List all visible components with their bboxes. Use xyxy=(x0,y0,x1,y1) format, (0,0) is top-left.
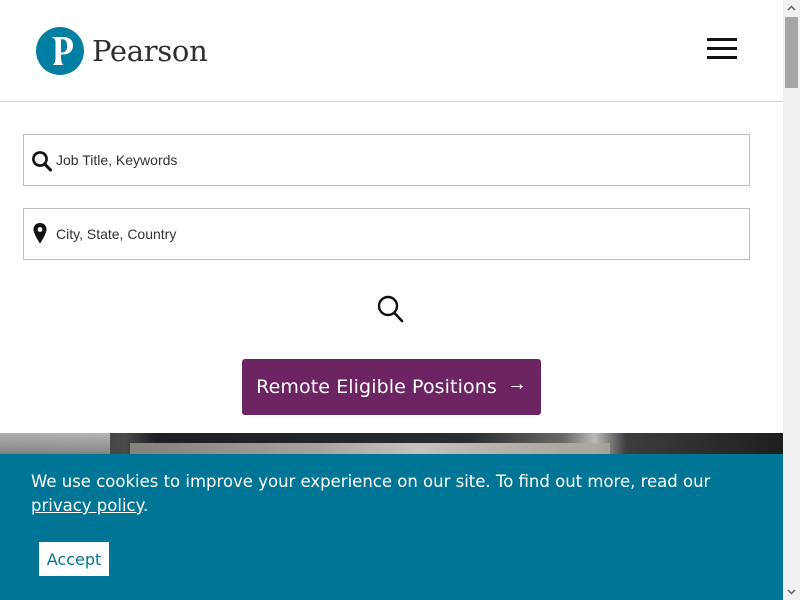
search-icon xyxy=(32,151,52,172)
map-pin-icon xyxy=(33,223,47,244)
site-header: Pearson xyxy=(0,0,783,102)
privacy-policy-link[interactable]: privacy policy xyxy=(31,496,143,515)
careers-page: Pearson Job Title, Keywords City, State,… xyxy=(0,0,783,600)
pearson-logo-link[interactable]: Pearson xyxy=(36,24,208,78)
cookie-message: We use cookies to improve your experienc… xyxy=(31,470,751,518)
keywords-input[interactable] xyxy=(56,135,736,185)
location-input[interactable] xyxy=(56,209,736,259)
scroll-down-arrow-icon[interactable] xyxy=(783,583,800,600)
keywords-field xyxy=(23,134,750,186)
remote-button-label: Remote Eligible Positions xyxy=(256,376,497,398)
scrollbar-thumb[interactable] xyxy=(785,17,798,88)
pearson-logo-icon xyxy=(36,27,84,75)
menu-bar-bottom xyxy=(707,56,737,59)
vertical-scrollbar[interactable] xyxy=(783,0,800,600)
search-submit-button[interactable] xyxy=(375,292,407,326)
cookie-message-end: . xyxy=(143,496,149,515)
remote-eligible-positions-button[interactable]: Remote Eligible Positions → xyxy=(242,359,541,415)
arrow-right-icon: → xyxy=(506,372,527,395)
scroll-up-arrow-icon[interactable] xyxy=(783,0,800,17)
search-icon xyxy=(377,295,404,323)
hamburger-menu-button[interactable] xyxy=(707,38,737,60)
accept-cookies-button[interactable]: Accept xyxy=(39,542,109,576)
location-field xyxy=(23,208,750,260)
menu-bar-top xyxy=(707,38,737,41)
menu-bar-middle xyxy=(707,47,737,50)
cookie-message-text: We use cookies to improve your experienc… xyxy=(31,472,711,491)
browser-viewport: Pearson Job Title, Keywords City, State,… xyxy=(0,0,800,600)
brand-name: Pearson xyxy=(92,33,208,68)
cookie-banner: We use cookies to improve your experienc… xyxy=(0,454,783,600)
